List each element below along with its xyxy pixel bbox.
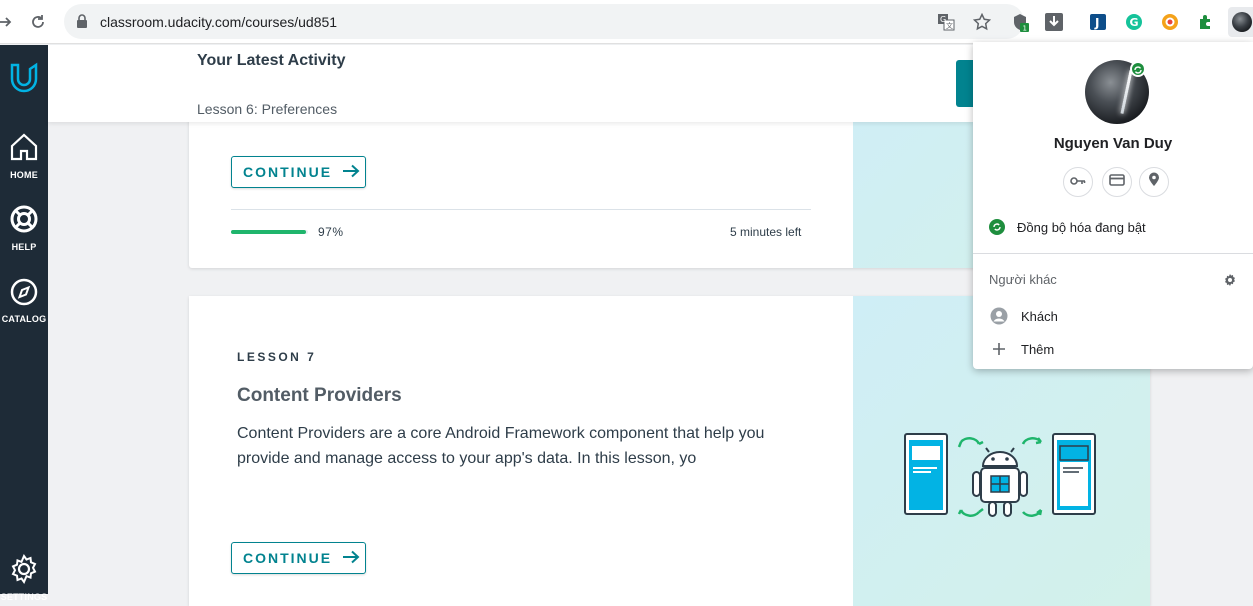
url-text: classroom.udacity.com/courses/ud851 [100,14,338,30]
continue-button[interactable]: CONTINUE [231,156,366,188]
color-extension-icon[interactable] [1159,11,1181,33]
credit-card-icon [1109,173,1125,191]
bookmark-star-icon[interactable] [971,11,993,33]
lesson-title: Content Providers [237,385,402,406]
left-navigation: HOME HELP CATALOG SETTINGS [0,45,48,602]
nav-help-label: HELP [11,242,37,252]
add-profile-item[interactable]: Thêm [989,339,1054,359]
download-icon[interactable] [1043,11,1065,33]
reload-icon[interactable] [27,11,49,33]
nav-help[interactable]: HELP [0,203,48,252]
guest-label: Khách [1021,308,1058,324]
lesson-number: LESSON 7 [237,350,317,364]
nav-home-label: HOME [10,170,38,180]
guest-profile-item[interactable]: Khách [989,306,1058,326]
progress-fill [231,230,306,234]
svg-text:文: 文 [946,21,953,30]
guest-avatar-icon [989,306,1009,326]
arrow-right-icon [332,164,360,181]
translate-icon[interactable]: G文 [935,11,957,33]
arrow-right-icon [332,550,360,567]
key-icon [1070,173,1086,191]
continue-button[interactable]: CONTINUE [231,542,366,574]
lifebuoy-icon [8,205,40,239]
sync-status[interactable]: Đồng bộ hóa đang bật [989,219,1146,235]
extensions-puzzle-icon[interactable] [1195,11,1217,33]
home-icon [8,133,40,167]
payment-methods-button[interactable] [1102,167,1132,197]
svg-text:J: J [1094,16,1099,30]
sync-text: Đồng bộ hóa đang bật [1017,219,1146,235]
sync-icon [989,219,1005,235]
menu-divider [973,253,1253,254]
passwords-button[interactable] [1063,167,1093,197]
gear-icon [8,553,40,589]
add-label: Thêm [1021,341,1055,357]
plus-icon [989,339,1009,359]
location-pin-icon [1148,172,1160,192]
chrome-profile-menu: Nguyen Van Duy Đồng bộ hóa đang bật Ngườ… [973,42,1253,369]
time-left: 5 minutes left [730,225,802,239]
browser-toolbar: classroom.udacity.com/courses/ud851 G文 1… [0,0,1253,44]
nav-settings[interactable]: SETTINGS [0,553,48,602]
lesson-description: Content Providers are a core Android Fra… [237,425,765,467]
svg-text:G: G [1130,16,1139,29]
activity-lesson: Lesson 6: Preferences [197,101,338,117]
udacity-logo[interactable] [0,59,48,100]
svg-text:1: 1 [1023,25,1027,33]
sync-badge-icon [1130,61,1146,77]
profile-name: Nguyen Van Duy [1053,135,1173,152]
addresses-button[interactable] [1139,167,1169,197]
address-bar[interactable]: classroom.udacity.com/courses/ud851 [64,4,1024,39]
other-people-label: Người khác [989,272,1057,287]
continue-label: CONTINUE [243,164,333,180]
content-providers-illustration [904,433,1096,517]
continue-label: CONTINUE [243,550,333,566]
nav-catalog-label: CATALOG [1,314,47,324]
profile-avatar-button[interactable] [1228,7,1253,37]
grammarly-icon[interactable]: G [1123,11,1145,33]
extension-shield-icon[interactable]: 1 [1009,11,1031,33]
progress-percent: 97% [318,225,344,239]
nav-catalog[interactable]: CATALOG [0,277,48,324]
activity-title: Your Latest Activity [197,52,346,69]
latest-activity-bar: Your Latest Activity Lesson 6: Preferenc… [48,45,976,122]
progress-bar [231,230,308,234]
extension-j-icon[interactable]: J [1087,11,1109,33]
manage-profiles-gear-icon[interactable] [1223,273,1237,292]
forward-icon[interactable] [0,11,16,33]
nav-home[interactable]: HOME [0,131,48,180]
divider [231,209,811,210]
compass-icon [9,278,39,311]
lock-icon [76,14,88,33]
